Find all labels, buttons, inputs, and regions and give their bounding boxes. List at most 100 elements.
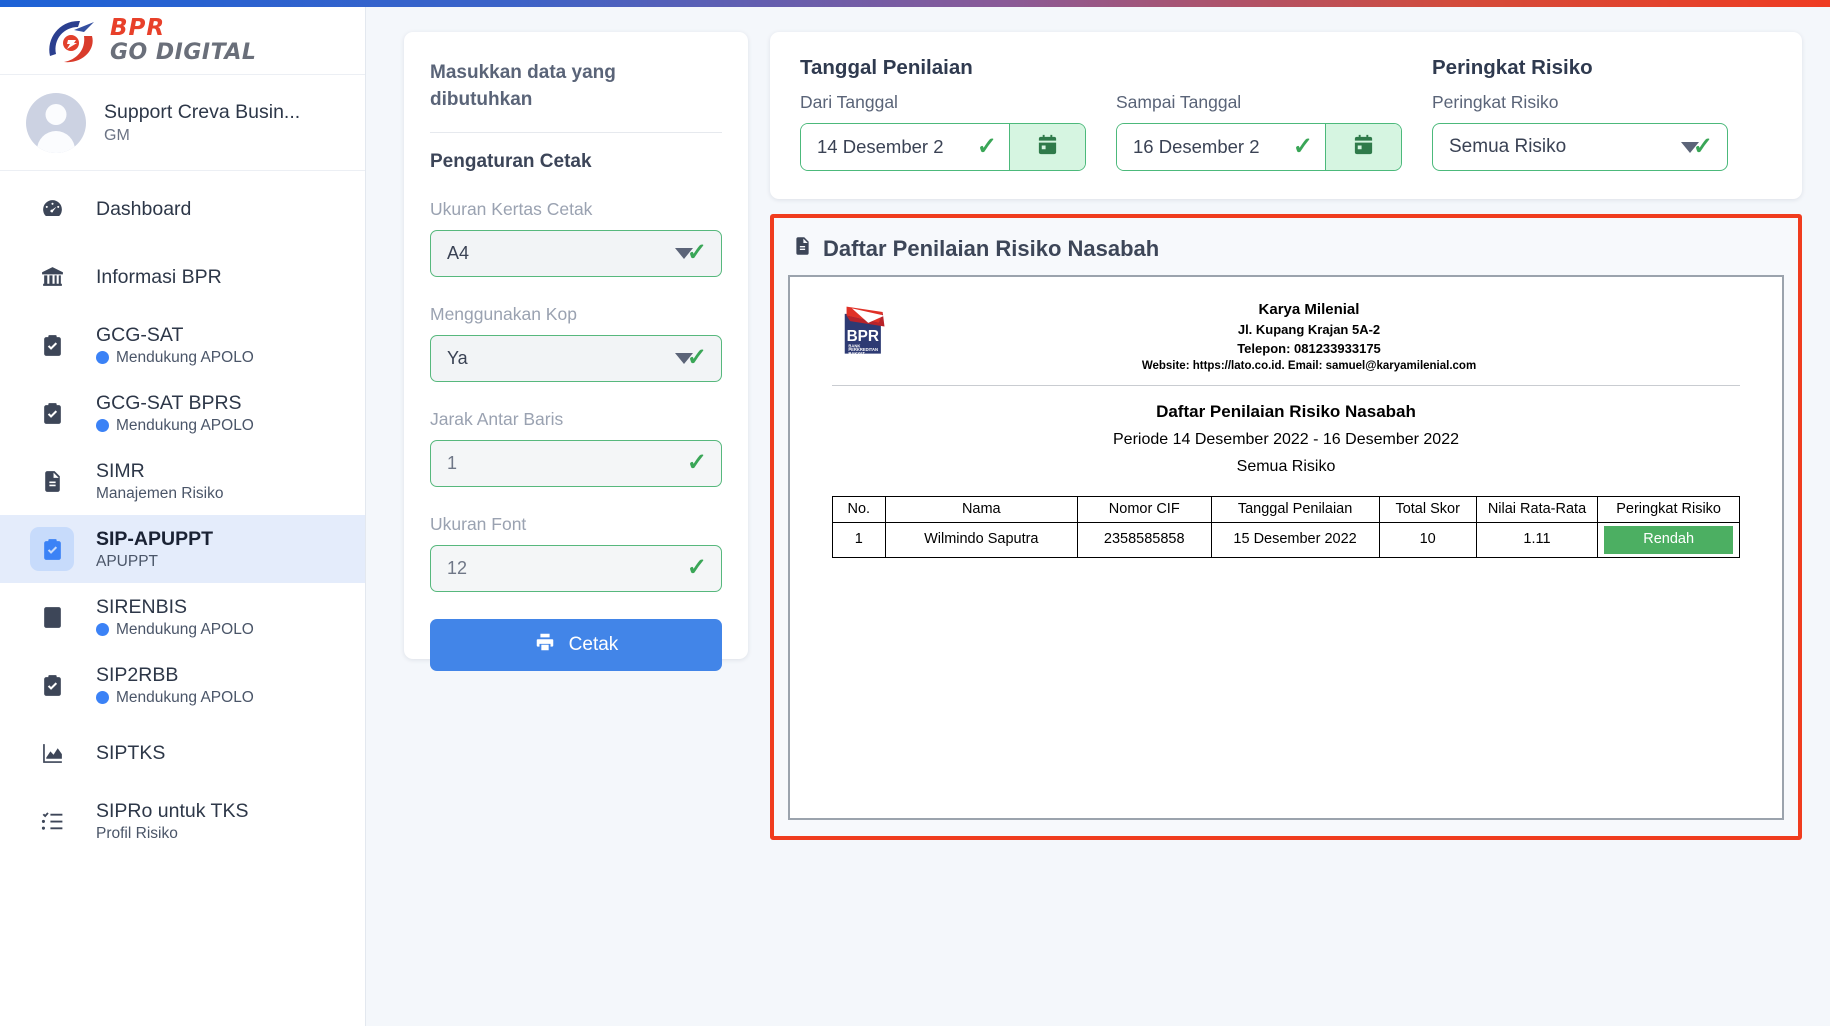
cell-no: 1 (832, 522, 886, 558)
risk-select[interactable]: Semua Risiko ✓ (1432, 123, 1728, 171)
check-icon: ✓ (686, 344, 707, 372)
sidebar-item-label: SIMR (96, 459, 145, 482)
check-icon: ✓ (1692, 133, 1713, 160)
th-no: No. (832, 495, 886, 524)
user-profile[interactable]: Support Creva Busin... GM (0, 75, 365, 171)
sidebar-item-label: SIRENBIS (96, 595, 188, 618)
brand-logo-area[interactable]: BPR GO DIGITAL (0, 7, 365, 75)
sidebar-item-sublabel: Mendukung APOLO (96, 621, 254, 639)
sidebar-item-sip-apuppt[interactable]: SIP-APUPPT APUPPT (0, 515, 365, 583)
from-date-label: Dari Tanggal (800, 92, 898, 112)
sidebar-sub-text: Mendukung APOLO (116, 620, 254, 638)
calendar-icon (1036, 133, 1059, 161)
sidebar-sub-text: Mendukung APOLO (116, 688, 254, 706)
from-date-value-wrap[interactable]: 14 Desember 2 ✓ (801, 124, 1009, 170)
cell-total-skor: 10 (1378, 522, 1477, 558)
line-spacing-value: 1 (447, 452, 458, 473)
sidebar-item-label: GCG-SAT BPRS (96, 391, 242, 414)
status-dot (96, 691, 109, 704)
right-column: Tanggal Penilaian Dari Tanggal 14 Desemb… (770, 32, 1802, 1026)
brand-line1: BPR (110, 15, 166, 41)
th-total-skor: Total Skor (1378, 495, 1477, 524)
to-date-calendar-button[interactable] (1325, 124, 1401, 170)
sidebar-sub-text: Manajemen Risiko (96, 484, 224, 502)
preview-title: Daftar Penilaian Risiko Nasabah (823, 235, 1160, 261)
document-title: Daftar Penilaian Risiko Nasabah (1156, 401, 1416, 421)
th-tanggal-penilaian: Tanggal Penilaian (1210, 495, 1380, 524)
to-date-value: 16 Desember 2 (1133, 136, 1260, 157)
field-font-size: Ukuran Font 12 ✓ (430, 514, 722, 592)
sidebar-item-sublabel: Mendukung APOLO (96, 349, 254, 367)
sidebar-item-sirenbis[interactable]: SIRENBIS Mendukung APOLO (0, 583, 365, 651)
printer-icon (534, 631, 556, 659)
check-icon: ✓ (686, 449, 707, 477)
bpr-swoosh-icon (44, 16, 100, 66)
from-date-field[interactable]: 14 Desember 2 ✓ (800, 123, 1086, 171)
font-size-value: 12 (447, 557, 468, 578)
sidebar-item-label: SIP2RBB (96, 663, 179, 686)
th-nilai-rata-rata: Nilai Rata-Rata (1475, 495, 1599, 524)
line-spacing-input[interactable]: 1 ✓ (430, 439, 722, 487)
sidebar-item-sublabel: Mendukung APOLO (96, 417, 254, 435)
print-button[interactable]: Cetak (430, 618, 722, 671)
field-kop: Menggunakan Kop Ya ✓ (430, 304, 722, 382)
sidebar-item-informasi-bpr[interactable]: Informasi BPR (0, 243, 365, 311)
from-date-calendar-button[interactable] (1009, 124, 1085, 170)
sidebar-item-sip2rbb[interactable]: SIP2RBB Mendukung APOLO (0, 651, 365, 719)
cell-tanggal: 15 Desember 2022 (1210, 522, 1380, 558)
check-icon: ✓ (686, 554, 707, 582)
sidebar-item-label: GCG-SAT (96, 323, 184, 346)
sidebar-item-dashboard[interactable]: Dashboard (0, 175, 365, 243)
sidebar-item-gcg-sat-bprs[interactable]: GCG-SAT BPRS Mendukung APOLO (0, 379, 365, 447)
filter-bar: Tanggal Penilaian Dari Tanggal 14 Desemb… (770, 32, 1802, 199)
line-spacing-label: Jarak Antar Baris (430, 408, 564, 429)
letterhead-divider (832, 384, 1740, 386)
top-gradient-strip (0, 0, 1830, 7)
table-row: 1 Wilmindo Saputra 2358585858 15 Desembe… (832, 522, 1740, 558)
clipboard-check-icon (30, 527, 74, 571)
print-button-label: Cetak (568, 633, 619, 655)
check-icon: ✓ (1292, 133, 1313, 160)
sidebar-item-label: SIPRo untuk TKS (96, 799, 249, 822)
document-preview-panel: Daftar Penilaian Risiko Nasabah BPR BANK… (770, 214, 1802, 840)
sidebar-sub-text: Profil Risiko (96, 824, 178, 842)
font-size-input[interactable]: 12 ✓ (430, 544, 722, 592)
bpr-logo-icon: BPR BANK PERKREDITAN RAKYAT (832, 299, 898, 364)
field-line-spacing: Jarak Antar Baris 1 ✓ (430, 409, 722, 487)
to-date-field[interactable]: 16 Desember 2 ✓ (1116, 123, 1402, 171)
kop-value: Ya (447, 347, 468, 368)
table-header-row: No. Nama Nomor CIF Tanggal Penilaian Tot… (832, 495, 1740, 524)
sidebar-item-sublabel: APUPPT (96, 553, 213, 571)
kop-select[interactable]: Ya ✓ (430, 334, 722, 382)
company-web: Website: https://lato.co.id. Email: samu… (1141, 360, 1477, 373)
to-date-value-wrap[interactable]: 16 Desember 2 ✓ (1117, 124, 1325, 170)
select-indicator: ✓ (674, 241, 707, 265)
paper-size-select[interactable]: A4 ✓ (430, 229, 722, 277)
sidebar-item-sublabel: Mendukung APOLO (96, 689, 254, 707)
kop-label: Menggunakan Kop (430, 303, 577, 324)
to-date-filter-group: Sampai Tanggal 16 Desember 2 ✓ (1116, 56, 1402, 171)
bank-icon (30, 255, 74, 299)
sidebar-item-sipro-untuk-tks[interactable]: SIPRo untuk TKS Profil Risiko (0, 787, 365, 855)
paper-size-label: Ukuran Kertas Cetak (430, 198, 593, 219)
valid-indicator: ✓ (687, 451, 707, 475)
avatar (26, 92, 86, 153)
paper-frame[interactable]: BPR BANK PERKREDITAN RAKYAT Karya Mileni… (788, 275, 1784, 820)
print-settings-card: Masukkan data yang dibutuhkan Pengaturan… (404, 32, 748, 671)
field-paper-size: Ukuran Kertas Cetak A4 ✓ (430, 199, 722, 277)
sidebar-item-simr[interactable]: SIMR Manajemen Risiko (0, 447, 365, 515)
document-icon (30, 459, 74, 503)
cell-nama: Wilmindo Saputra (884, 522, 1078, 558)
cell-cif: 2358585858 (1076, 522, 1212, 558)
font-size-label: Ukuran Font (430, 513, 527, 534)
sidebar-item-siptks[interactable]: SIPTKS (0, 719, 365, 787)
sidebar-nav: Dashboard Informasi BPR GCG-SAT Mendukun… (0, 171, 365, 1026)
company-address: Jl. Kupang Krajan 5A-2 (1237, 321, 1381, 337)
letterhead: BPR BANK PERKREDITAN RAKYAT Karya Mileni… (832, 299, 1740, 376)
sidebar-item-sublabel: Profil Risiko (96, 825, 248, 843)
status-dot (96, 623, 109, 636)
sidebar-item-gcg-sat[interactable]: GCG-SAT Mendukung APOLO (0, 311, 365, 379)
calendar-icon (1352, 133, 1375, 161)
status-dot (96, 351, 109, 364)
sidebar-item-sublabel: Manajemen Risiko (96, 485, 224, 503)
